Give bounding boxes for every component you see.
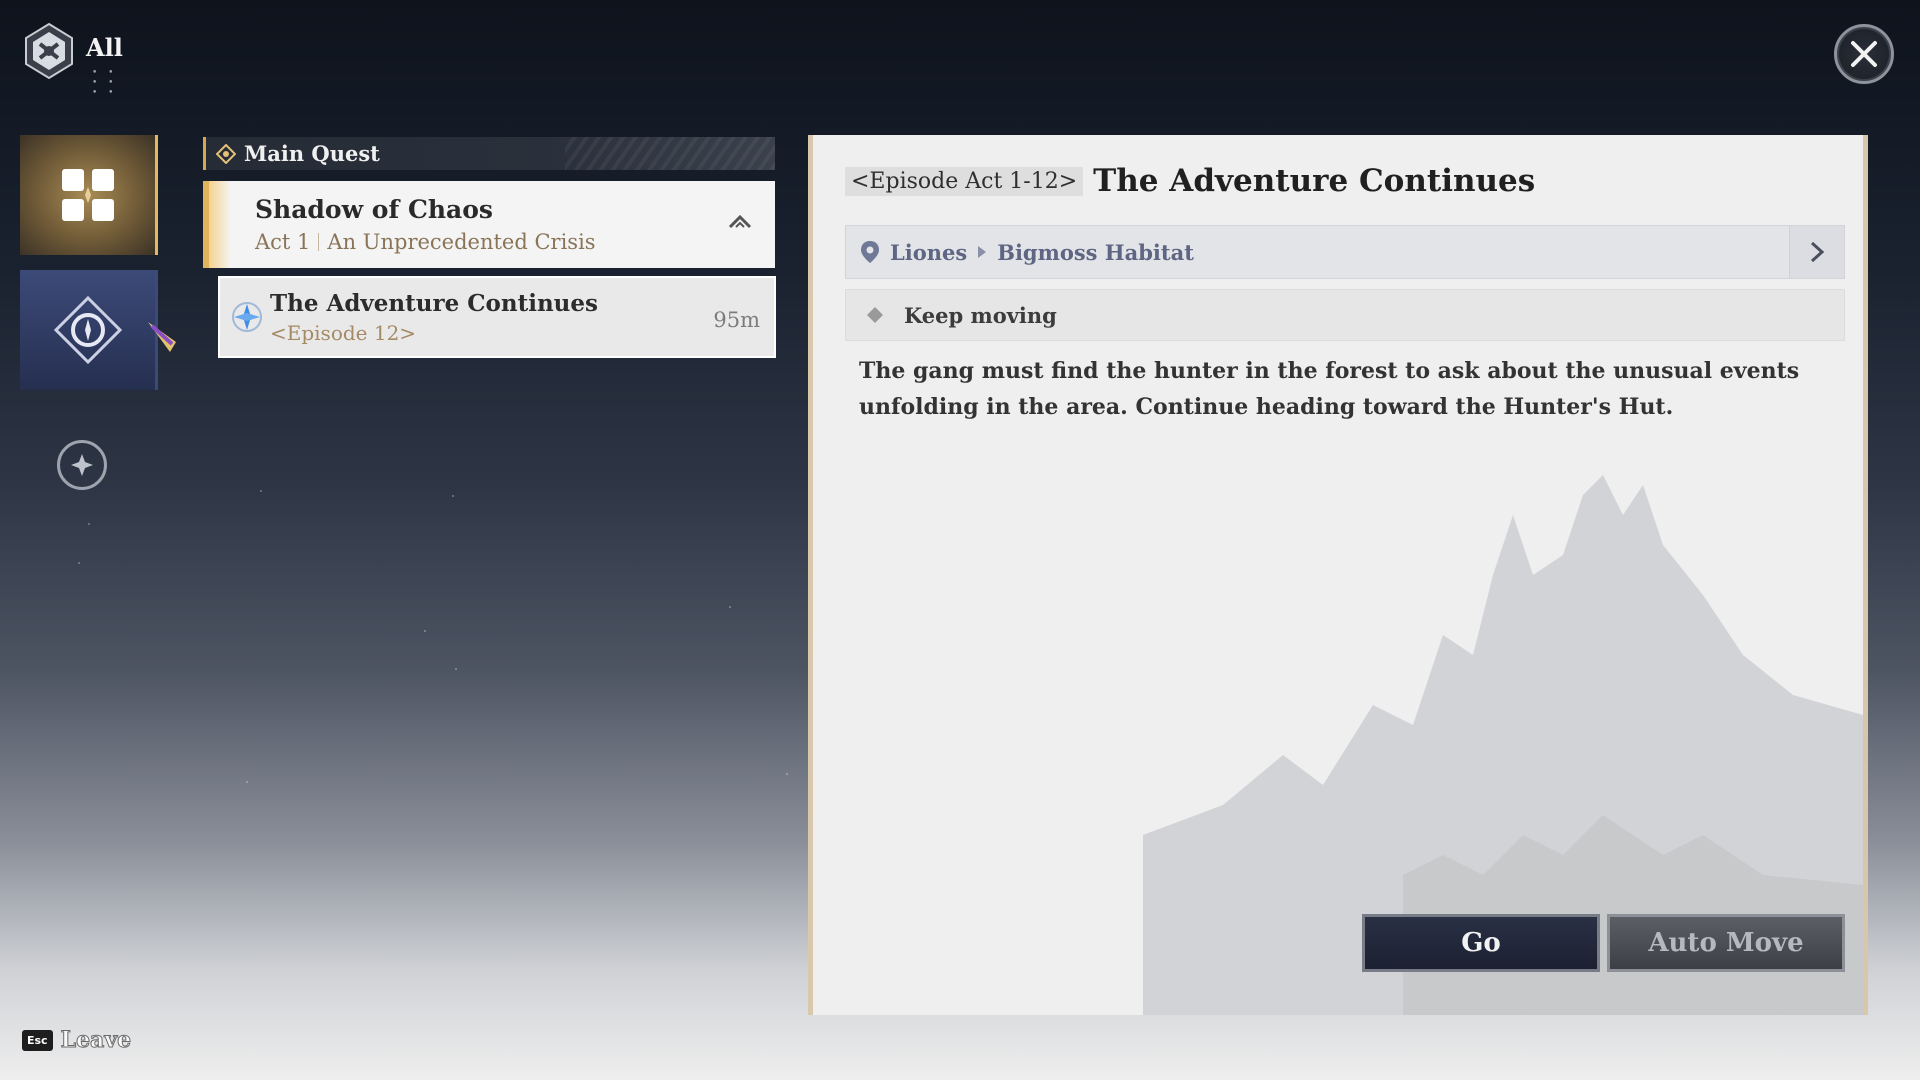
quest-name: The Adventure Continues bbox=[270, 290, 598, 317]
quest-title: The Adventure Continues bbox=[1093, 163, 1536, 199]
quest-diamond-icon bbox=[216, 143, 236, 164]
esc-key-hint: Esc bbox=[22, 1029, 53, 1051]
compass-diamond-icon bbox=[53, 295, 122, 365]
act-title: An Unprecedented Crisis bbox=[327, 230, 596, 254]
quest-distance: 95m bbox=[713, 308, 760, 332]
map-pin-icon bbox=[861, 241, 879, 263]
collapse-chevron-icon[interactable] bbox=[727, 211, 753, 231]
close-icon bbox=[1851, 41, 1877, 67]
location-region: Liones bbox=[890, 239, 968, 265]
close-button[interactable] bbox=[1834, 24, 1894, 84]
quest-item[interactable]: The Adventure Continues <Episode 12> 95m bbox=[218, 276, 776, 358]
quest-compass-icon bbox=[232, 302, 262, 332]
tab-main-quests[interactable] bbox=[20, 270, 158, 390]
location-navigation[interactable]: Liones Bigmoss Habitat bbox=[845, 225, 1845, 279]
section-label: Main Quest bbox=[244, 141, 380, 166]
crest-logo-icon bbox=[25, 22, 73, 80]
leave-label: Leave bbox=[60, 1027, 132, 1054]
quest-episode: <Episode 12> bbox=[270, 321, 417, 345]
quest-description: The gang must find the hunter in the for… bbox=[859, 358, 1800, 420]
header-decoration: • • • • • • bbox=[92, 68, 118, 98]
page-title: All bbox=[86, 32, 123, 62]
act-number: Act 1 bbox=[255, 230, 311, 254]
go-button[interactable]: Go bbox=[1362, 914, 1600, 972]
objective-text: Keep moving bbox=[904, 302, 1057, 328]
quest-detail-panel: <Episode Act 1-12> The Adventure Continu… bbox=[808, 135, 1868, 1015]
objective-row: Keep moving bbox=[845, 289, 1845, 341]
episode-tag: <Episode Act 1-12> bbox=[845, 166, 1084, 196]
tab-all-quests[interactable] bbox=[20, 135, 158, 255]
feather-pointer-icon bbox=[148, 322, 176, 352]
app-header: All • • • • • • bbox=[20, 22, 123, 98]
chapter-act: Act 1 An Unprecedented Crisis bbox=[255, 230, 775, 254]
location-area: Bigmoss Habitat bbox=[997, 239, 1194, 265]
auto-move-button[interactable]: Auto Move bbox=[1607, 914, 1845, 972]
leave-button[interactable]: Esc Leave bbox=[22, 1027, 132, 1054]
tab-add-quest[interactable] bbox=[57, 440, 107, 490]
grid-quests-icon bbox=[61, 169, 114, 221]
chapter-item[interactable]: Shadow of Chaos Act 1 An Unprecedented Cr… bbox=[203, 181, 775, 268]
section-header-main-quest: Main Quest bbox=[203, 137, 775, 170]
caret-right-icon bbox=[978, 246, 987, 258]
chapter-name: Shadow of Chaos bbox=[255, 195, 493, 224]
location-go-arrow[interactable] bbox=[1789, 226, 1844, 278]
chevron-right-icon bbox=[1810, 241, 1825, 263]
objective-diamond-icon bbox=[867, 307, 883, 323]
plus-circle-icon bbox=[71, 454, 93, 476]
quest-title-row: <Episode Act 1-12> The Adventure Continu… bbox=[845, 163, 1535, 199]
